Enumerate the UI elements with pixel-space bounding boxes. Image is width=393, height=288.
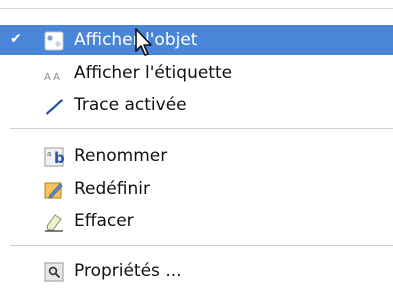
menu-item-properties[interactable]: Propriétés ... xyxy=(0,256,393,286)
menu-item-show-label[interactable]: AA Afficher l'étiquette xyxy=(0,58,393,88)
svg-text:a: a xyxy=(47,150,51,158)
trace-brush-icon xyxy=(44,96,64,116)
menu-item-label: Redéfinir xyxy=(74,179,150,199)
eraser-icon xyxy=(44,212,64,232)
show-object-icon xyxy=(44,31,64,51)
context-menu: ✔ Afficher l'objet AA Afficher l'étiquet… xyxy=(0,0,393,288)
menu-item-label: Renommer xyxy=(74,146,168,166)
menu-separator xyxy=(10,245,393,246)
menu-item-rename[interactable]: a b Renommer xyxy=(0,141,393,171)
menu-item-label: Afficher l'étiquette xyxy=(74,63,233,83)
menu-item-trace[interactable]: Trace activée xyxy=(0,90,393,120)
rename-glyph: b xyxy=(54,149,65,167)
menu-item-label: Propriétés ... xyxy=(74,261,182,281)
menu-item-show-object[interactable]: ✔ Afficher l'objet xyxy=(0,25,393,55)
label-AA-icon: AA xyxy=(44,65,64,85)
checkmark-icon: ✔ xyxy=(10,31,22,47)
menu-item-redefine[interactable]: Redéfinir xyxy=(0,174,393,204)
label-AA-glyph: AA xyxy=(44,72,62,83)
menu-item-label: Effacer xyxy=(74,211,134,231)
menu-separator xyxy=(0,8,393,9)
redefine-icon xyxy=(44,180,64,200)
menu-item-label: Trace activée xyxy=(74,95,187,115)
mouse-cursor-icon xyxy=(134,27,158,59)
menu-separator xyxy=(10,128,393,129)
menu-item-delete[interactable]: Effacer xyxy=(0,206,393,236)
properties-icon xyxy=(44,262,64,282)
